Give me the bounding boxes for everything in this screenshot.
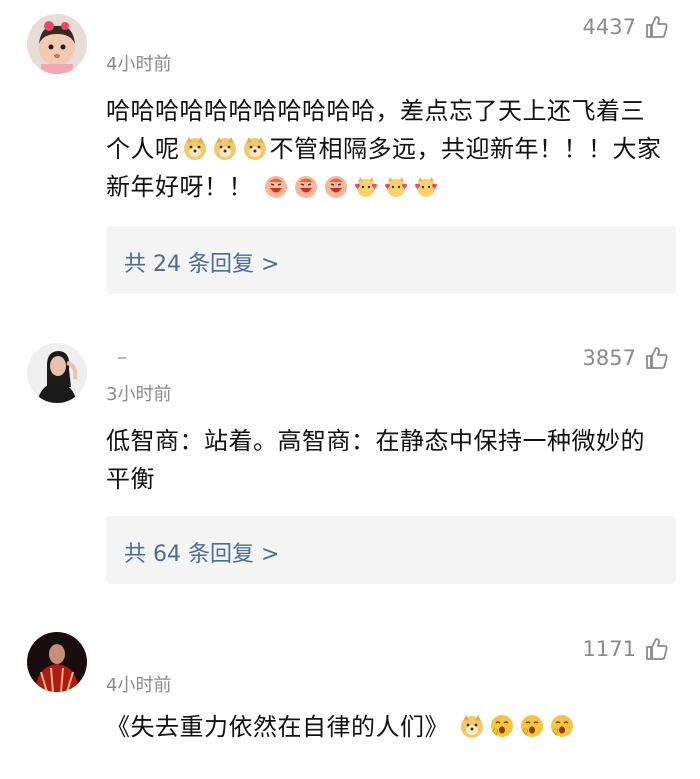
happy-face-emoji — [323, 173, 349, 199]
like-button[interactable]: 3857 — [583, 345, 670, 371]
doge-emoji — [182, 135, 208, 161]
comment-time: 4小时前 — [106, 54, 172, 75]
yawn-emoji — [489, 713, 515, 739]
cat-hearts-emoji — [383, 173, 409, 199]
view-replies-link[interactable]: 共 64 条回复 > — [124, 536, 279, 568]
happy-face-emoji — [263, 173, 289, 199]
doge-emoji — [242, 135, 268, 161]
comment-text: 《失去重力依然在自律的人们》 — [106, 708, 666, 746]
happy-face-emoji — [293, 173, 319, 199]
doge-emoji — [459, 713, 485, 739]
yawn-emoji — [519, 713, 545, 739]
yawn-emoji — [549, 713, 575, 739]
comment-text: 哈哈哈哈哈哈哈哈哈哈哈，差点忘了天上还飞着三个人呢 不管相隔多远，共迎新年！！！大… — [106, 97, 662, 201]
cat-hearts-emoji — [413, 173, 439, 199]
view-replies-link[interactable]: 共 24 条回复 > — [124, 246, 279, 278]
like-button[interactable]: 1171 — [583, 636, 670, 662]
cat-hearts-emoji — [353, 173, 379, 199]
comment-time: 4小时前 — [106, 675, 172, 696]
like-count: 1171 — [582, 637, 636, 661]
thumbs-up-icon — [644, 636, 670, 662]
reply-box[interactable]: 共 24 条回复 > — [106, 226, 676, 294]
like-count: 3857 — [582, 346, 636, 370]
baby-avatar[interactable] — [27, 14, 87, 74]
like-count: 4437 — [582, 15, 636, 39]
reply-box[interactable]: 共 64 条回复 > — [106, 516, 676, 584]
doge-emoji — [212, 135, 238, 161]
thumbs-up-icon — [644, 345, 670, 371]
thumbs-up-icon — [644, 14, 670, 40]
comment-time: 3小时前 — [106, 384, 172, 405]
woman-avatar[interactable] — [27, 343, 87, 403]
comment-text: 低智商：站着。高智商：在静态中保持一种微妙的平衡 — [106, 427, 645, 493]
red-costume-avatar[interactable] — [27, 632, 87, 692]
nickname-placeholder — [118, 357, 126, 359]
like-button[interactable]: 4437 — [583, 14, 670, 40]
